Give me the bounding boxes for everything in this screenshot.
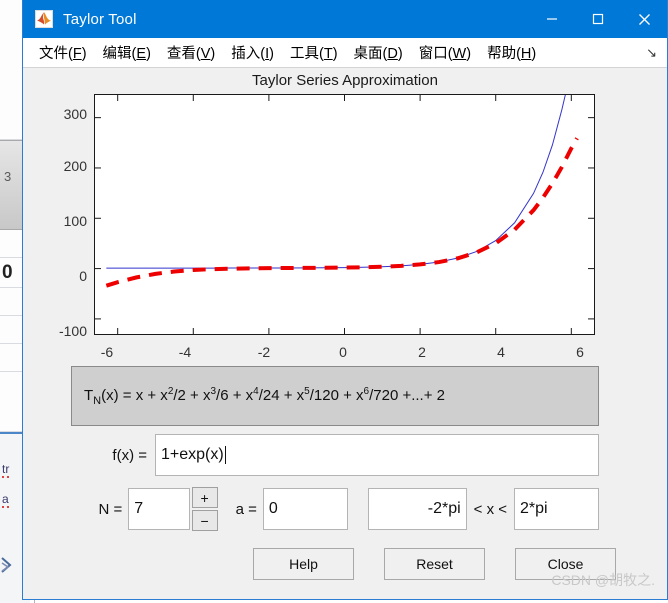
minimize-button[interactable] bbox=[529, 0, 575, 38]
menu-item-edit[interactable]: 编辑(E) bbox=[95, 40, 159, 65]
range-operator: < x < bbox=[473, 500, 508, 518]
a-input-value: 0 bbox=[268, 500, 278, 517]
chart-title: Taylor Series Approximation bbox=[252, 72, 438, 89]
menu-bar: 文件(F) 编辑(E) 查看(V) 插入(I) 工具(T) 桌面(D) 窗口(W… bbox=[23, 38, 667, 68]
a-label: a = bbox=[235, 500, 257, 518]
menu-item-insert-label: 插入 bbox=[231, 46, 261, 62]
menu-item-edit-label: 编辑 bbox=[102, 46, 132, 62]
taylor-chart: Taylor Series Approximation 300 200 100 … bbox=[23, 68, 667, 368]
menu-item-desktop-mnemonic: D bbox=[387, 46, 398, 62]
menu-item-insert[interactable]: 插入(I) bbox=[223, 40, 282, 65]
formula-text: TN(x) = x + x2/2 + x3/6 + x4/24 + x5/120… bbox=[84, 385, 445, 407]
maximize-button[interactable] bbox=[575, 0, 621, 38]
axis-ticks bbox=[95, 95, 594, 334]
maximize-icon bbox=[592, 13, 604, 25]
text-caret bbox=[224, 446, 226, 464]
xtick-label--4: -4 bbox=[178, 344, 192, 360]
menu-item-help[interactable]: 帮助(H) bbox=[479, 40, 544, 65]
minimize-icon bbox=[547, 18, 557, 20]
xtick-label-2: 2 bbox=[418, 344, 426, 360]
n-input-value: 7 bbox=[134, 500, 144, 517]
menu-item-help-mnemonic: H bbox=[520, 46, 532, 62]
xtick-label--2: -2 bbox=[257, 344, 271, 360]
function-input-row: f(x) = 1+exp(x) bbox=[71, 434, 599, 476]
close-icon bbox=[638, 13, 650, 25]
range-upper-input[interactable]: 2*pi bbox=[514, 488, 599, 530]
background-fragment-3: 3 bbox=[4, 169, 12, 184]
background-fragment-a: a bbox=[2, 492, 9, 508]
background-fragment-tr: tr bbox=[2, 462, 10, 478]
close-button[interactable] bbox=[621, 0, 667, 38]
range-lower-input[interactable]: -2*pi bbox=[367, 488, 467, 530]
ytick-label-300: 300 bbox=[63, 106, 87, 122]
parameters-row: N = 7 + − a = 0 -2*pi < x < 2*pi bbox=[71, 486, 599, 532]
menu-item-desktop-label: 桌面 bbox=[353, 46, 383, 62]
menu-item-help-label: 帮助 bbox=[487, 46, 517, 62]
n-label: N = bbox=[98, 500, 123, 518]
xtick-label-6: 6 bbox=[576, 344, 584, 360]
xtick-label--6: -6 bbox=[100, 344, 114, 360]
menu-overflow-arrow-icon[interactable]: ↘ bbox=[646, 45, 657, 61]
title-bar[interactable]: Taylor Tool bbox=[23, 0, 667, 38]
menu-item-edit-mnemonic: E bbox=[136, 46, 147, 62]
taylor-tool-window: Taylor Tool 文件(F) 编辑(E) 查看(V) 插入(I) 工具(T… bbox=[22, 0, 668, 600]
menu-item-window[interactable]: 窗口(W) bbox=[411, 40, 479, 65]
a-input[interactable]: 0 bbox=[262, 488, 348, 530]
ytick-label-0: 0 bbox=[79, 268, 87, 284]
menu-item-window-mnemonic: W bbox=[452, 46, 467, 62]
window-title: Taylor Tool bbox=[63, 10, 137, 28]
menu-item-view-label: 查看 bbox=[166, 46, 196, 62]
n-input[interactable]: 7 bbox=[128, 488, 190, 530]
range-upper-value: 2*pi bbox=[520, 500, 548, 517]
window-controls bbox=[529, 0, 667, 38]
help-button[interactable]: Help bbox=[253, 548, 354, 580]
ytick-label-200: 200 bbox=[63, 158, 87, 174]
menu-item-file[interactable]: 文件(F) bbox=[31, 40, 95, 65]
reset-button[interactable]: Reset bbox=[384, 548, 485, 580]
n-stepper: + − bbox=[191, 487, 218, 531]
menu-item-window-label: 窗口 bbox=[418, 46, 448, 62]
menu-item-tools-mnemonic: T bbox=[323, 46, 333, 62]
series-line-taylor bbox=[105, 137, 579, 288]
function-input-value: 1+exp(x) bbox=[161, 446, 224, 463]
menu-item-insert-mnemonic: I bbox=[265, 46, 270, 62]
menu-item-tools[interactable]: 工具(T) bbox=[282, 40, 346, 65]
xtick-label-0: 0 bbox=[339, 344, 347, 360]
plot-area[interactable] bbox=[94, 94, 595, 335]
function-label: f(x) = bbox=[112, 446, 147, 464]
watermark: CSDN @胡牧之. bbox=[551, 572, 655, 588]
range-lower-value: -2*pi bbox=[427, 500, 461, 517]
menu-item-file-label: 文件 bbox=[39, 46, 68, 62]
plot-svg bbox=[95, 95, 594, 334]
window-content: Taylor Series Approximation 300 200 100 … bbox=[23, 68, 667, 598]
matlab-membrane-icon bbox=[35, 10, 53, 28]
ytick-label-100: 100 bbox=[63, 213, 87, 229]
menu-item-tools-label: 工具 bbox=[289, 46, 319, 62]
menu-item-view-mnemonic: V bbox=[200, 46, 211, 62]
n-stepper-decrement-button[interactable]: − bbox=[191, 510, 218, 531]
background-fragment-0: 0 bbox=[2, 262, 13, 283]
ytick-label--100: -100 bbox=[58, 323, 87, 339]
menu-item-desktop[interactable]: 桌面(D) bbox=[346, 40, 411, 65]
menu-item-file-mnemonic: F bbox=[72, 46, 82, 62]
n-stepper-increment-button[interactable]: + bbox=[191, 487, 218, 508]
formula-display-panel: TN(x) = x + x2/2 + x3/6 + x4/24 + x5/120… bbox=[71, 366, 599, 426]
menu-item-view[interactable]: 查看(V) bbox=[159, 40, 223, 65]
xtick-label-4: 4 bbox=[497, 344, 505, 360]
function-input[interactable]: 1+exp(x) bbox=[155, 434, 599, 476]
